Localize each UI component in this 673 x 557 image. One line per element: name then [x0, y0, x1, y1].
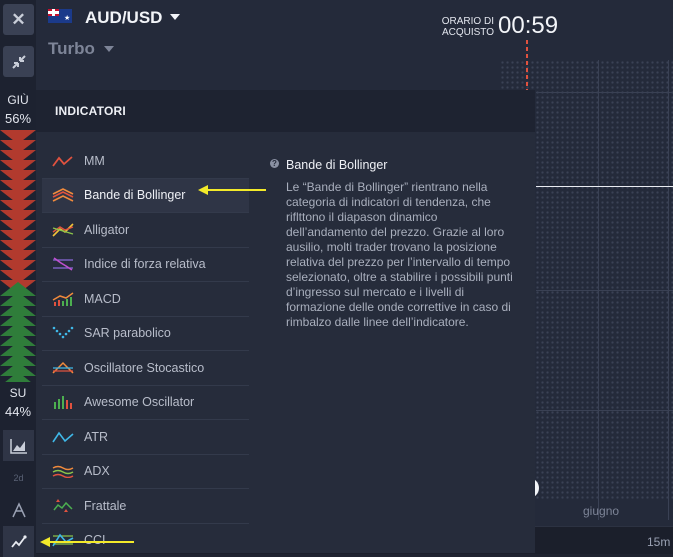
grid-line [536, 290, 673, 291]
grid-line [668, 60, 669, 520]
time-axis-month-label: giugno [583, 504, 619, 518]
indicator-label: ADX [84, 464, 110, 478]
indicator-label: MACD [84, 292, 121, 306]
indicator-item-stochastic[interactable]: Oscillatore Stocastico [42, 351, 249, 386]
atr-icon [52, 430, 74, 444]
macd-icon [52, 292, 74, 306]
annotation-arrow [50, 541, 134, 543]
indicator-label: Bande di Bollinger [84, 188, 185, 202]
help-icon: ? [270, 159, 279, 168]
annotation-arrow [208, 189, 266, 191]
indicator-label: SAR parabolico [84, 326, 171, 340]
indicator-item-mm[interactable]: MM [42, 144, 249, 179]
buy-time-label: ORARIO DI ACQUISTO [440, 16, 494, 38]
bollinger-bands-icon [52, 188, 74, 202]
parabolic-sar-icon [52, 326, 74, 340]
indicator-description-title: Bande di Bollinger [286, 158, 387, 172]
indicator-label: Awesome Oscillator [84, 395, 194, 409]
timeframe-icon[interactable]: 2d [3, 462, 34, 493]
indicator-description-text: Le “Bande di Bollinger” rientrano nella … [286, 180, 518, 330]
timeframe-selector[interactable]: 15m [647, 535, 670, 549]
indicator-list: MM Bande di Bollinger Alligator Indice d… [42, 144, 249, 557]
aud-usd-flag-icon: ★ [48, 9, 72, 23]
up-label: SU [0, 386, 36, 400]
up-percentage: 44% [0, 404, 36, 419]
fractal-icon [52, 499, 74, 513]
indicator-label: Indice di forza relativa [84, 257, 206, 271]
indicators-panel: INDICATORI MM Bande di Bollinger Alligat… [36, 90, 535, 553]
indicator-item-macd[interactable]: MACD [42, 282, 249, 317]
down-percentage: 56% [0, 111, 36, 126]
chevron-down-icon[interactable] [170, 14, 180, 20]
annotation-arrow-head [198, 185, 208, 195]
buy-time-countdown: 00:59 [498, 12, 558, 40]
awesome-oscillator-icon [52, 395, 74, 409]
indicator-item-rsi[interactable]: Indice di forza relativa [42, 248, 249, 283]
grid-line [536, 410, 673, 411]
indicator-label: Alligator [84, 223, 129, 237]
adx-icon [52, 464, 74, 478]
indicator-item-fractal[interactable]: Frattale [42, 489, 249, 524]
expiry-time-marker [526, 40, 528, 90]
moving-average-icon [52, 154, 74, 168]
indicator-label: Frattale [84, 499, 126, 513]
down-label: GIÙ [0, 93, 36, 107]
indicators-panel-header: INDICATORI [36, 90, 535, 132]
rsi-icon [52, 257, 74, 271]
indicator-item-atr[interactable]: ATR [42, 420, 249, 455]
up-sentiment-bar [0, 282, 36, 382]
current-price-line [536, 186, 673, 187]
annotation-arrow-head [40, 537, 50, 547]
chart-type-icon[interactable] [3, 430, 34, 461]
indicator-item-awesome[interactable]: Awesome Oscillator [42, 386, 249, 421]
indicator-item-adx[interactable]: ADX [42, 455, 249, 490]
stochastic-icon [52, 361, 74, 375]
mode-selector[interactable]: Turbo [48, 39, 95, 59]
indicator-label: MM [84, 154, 105, 168]
asset-selector[interactable]: AUD/USD [85, 8, 162, 28]
indicator-item-sar[interactable]: SAR parabolico [42, 317, 249, 352]
collapse-icon[interactable] [3, 46, 34, 77]
drawing-tools-icon[interactable] [3, 494, 34, 525]
indicators-panel-title: INDICATORI [55, 104, 126, 118]
grid-line [598, 60, 599, 520]
indicator-label: ATR [84, 430, 108, 444]
indicator-item-alligator[interactable]: Alligator [42, 213, 249, 248]
close-icon[interactable]: ✕ [3, 4, 34, 35]
indicator-item-bollinger[interactable]: Bande di Bollinger [42, 179, 249, 214]
alligator-icon [52, 223, 74, 237]
indicators-icon[interactable] [3, 526, 34, 557]
grid-line [536, 92, 673, 93]
chevron-down-icon[interactable] [104, 46, 114, 52]
left-sidebar: ✕ GIÙ 56% SU 44% 2d [0, 0, 36, 553]
indicator-label: Oscillatore Stocastico [84, 361, 204, 375]
down-sentiment-bar [0, 130, 36, 290]
